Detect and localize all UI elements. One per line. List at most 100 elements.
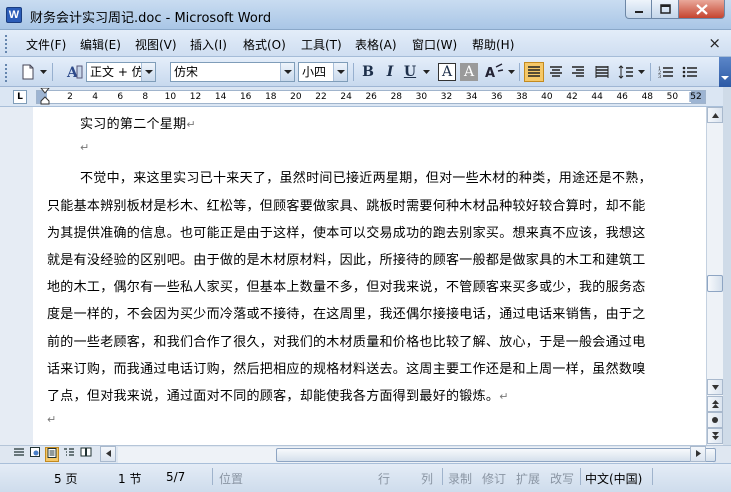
close-document-button[interactable]: ×: [708, 34, 721, 52]
numbering-button[interactable]: 123: [656, 62, 676, 82]
menu-window[interactable]: 窗口(W): [412, 36, 457, 53]
scroll-down-button[interactable]: [707, 379, 723, 395]
align-justify-icon: [528, 66, 540, 77]
styles-pane-button[interactable]: A: [64, 62, 84, 82]
document-line-text: 度是一样的，不会因为买少而冷落或不接待，在这周里，我还偶尔接接电话，通过电话来销…: [47, 307, 646, 323]
horizontal-ruler[interactable]: 2 4 6 8 10 12 14 16 18 20 22 24 26 28 30 32 34 36 38 40 42 44…: [36, 88, 706, 106]
font-dropdown-arrow[interactable]: [280, 63, 294, 81]
line-spacing-options-chevron[interactable]: [636, 62, 646, 82]
underline-options-chevron[interactable]: [421, 62, 431, 82]
highlight-options-chevron[interactable]: [506, 62, 516, 82]
arrow-down-icon: [711, 384, 719, 390]
toolbar-options-chevron[interactable]: [38, 62, 48, 82]
toolbar-grip-handle[interactable]: [4, 63, 8, 82]
menu-help[interactable]: 帮助(H): [472, 36, 514, 53]
document-line-text: 就是有没经验的区别吧。由于做的是木材原材料，因此，所接待的顾客一般都是做家具的木…: [47, 253, 646, 268]
menu-view[interactable]: 视图(V): [135, 36, 177, 53]
underline-button[interactable]: U: [400, 62, 420, 82]
scroll-up-button[interactable]: [707, 107, 723, 123]
ruler-tick-label: 36: [490, 92, 503, 102]
status-section[interactable]: 1 节: [118, 470, 141, 487]
menu-grip-handle[interactable]: [4, 34, 8, 53]
toolbar-overflow-chevron[interactable]: [719, 57, 731, 87]
word-app-icon[interactable]: W: [6, 7, 22, 23]
status-column[interactable]: 列: [421, 470, 433, 487]
align-right-button[interactable]: [568, 62, 588, 82]
status-overtype[interactable]: 改写: [550, 470, 574, 487]
menu-insert[interactable]: 插入(I): [190, 36, 227, 53]
font-size-dropdown-arrow[interactable]: [333, 63, 347, 81]
outline-view-button[interactable]: [62, 447, 76, 462]
bullets-button[interactable]: [680, 62, 700, 82]
web-layout-view-button[interactable]: [28, 447, 42, 462]
horizontal-scroll-track[interactable]: [118, 447, 716, 463]
paragraph-mark: ↵: [499, 390, 509, 403]
chevron-down-icon: [507, 69, 515, 74]
scroll-right-button[interactable]: [690, 446, 706, 462]
maximize-button[interactable]: [652, 0, 679, 19]
italic-button[interactable]: I: [380, 62, 400, 82]
document-line: 度是一样的，不会因为买少而冷落或不接待，在这周里，我还偶尔接接电话，通过电话来销…: [47, 303, 646, 322]
new-document-button[interactable]: [18, 62, 38, 82]
font-combo[interactable]: 仿宋: [170, 62, 295, 82]
close-icon: [695, 3, 708, 15]
menu-tools[interactable]: 工具(T): [301, 36, 342, 53]
previous-page-button[interactable]: [707, 396, 723, 412]
menu-file[interactable]: 文件(F): [26, 36, 66, 53]
vertical-scroll-thumb[interactable]: [707, 275, 723, 292]
minimize-button[interactable]: [625, 0, 652, 19]
tab-stop-selector[interactable]: L: [13, 90, 27, 104]
menu-table[interactable]: 表格(A): [355, 36, 397, 53]
ruler-tick-label: 24: [340, 92, 352, 102]
style-combo[interactable]: 正文 + 仿末: [86, 62, 156, 82]
reading-layout-view-button[interactable]: [79, 447, 93, 462]
vertical-scrollbar[interactable]: [706, 107, 723, 445]
highlight-button[interactable]: A: [484, 62, 504, 82]
character-shading-button[interactable]: A: [460, 63, 478, 81]
distributed-align-button[interactable]: [592, 62, 612, 82]
align-center-button[interactable]: [546, 62, 566, 82]
line-spacing-button[interactable]: [616, 62, 636, 82]
status-record-macro[interactable]: 录制: [448, 470, 472, 487]
select-browse-object-button[interactable]: [707, 412, 723, 428]
document-line: 前的一些老顾客，和我们合作了很久，对我们的木材质量和价格也比较了解、放心，于是一…: [47, 331, 646, 350]
status-extend-selection[interactable]: 扩展: [516, 470, 540, 487]
status-language[interactable]: 中文(中国): [585, 470, 642, 487]
ruler-tick-label: 40: [541, 92, 553, 102]
status-position[interactable]: 位置: [219, 470, 243, 487]
character-border-button[interactable]: A: [438, 63, 456, 81]
next-page-button[interactable]: [707, 428, 723, 444]
normal-view-button[interactable]: [12, 447, 26, 462]
menu-format[interactable]: 格式(O): [243, 36, 286, 53]
style-dropdown-arrow[interactable]: [141, 63, 155, 81]
bulleted-list-icon: [682, 66, 697, 78]
font-combo-value: 仿宋: [174, 65, 199, 79]
status-page[interactable]: 5 页: [54, 470, 77, 487]
double-up-arrow-icon: [711, 400, 719, 408]
chevron-down-icon: [422, 69, 430, 74]
print-layout-view-button[interactable]: [45, 447, 59, 462]
menu-edit[interactable]: 编辑(E): [80, 36, 121, 53]
horizontal-scroll-thumb[interactable]: [276, 448, 716, 462]
status-line[interactable]: 行: [378, 470, 390, 487]
window-title: 财务会计实习周记.doc - Microsoft Word: [30, 11, 272, 26]
toolbar-separator: [650, 63, 651, 81]
document-page[interactable]: 实习的第二个星期↵ ↵ 不觉中，来这里实习已十来天了，虽然时间已接近两星期，但对一些…: [33, 107, 706, 445]
ruler-tick-label: 28: [390, 92, 403, 102]
indent-marker-icon[interactable]: [40, 88, 50, 106]
scroll-left-button[interactable]: [100, 446, 116, 462]
ruler-tick-label: 32: [440, 92, 453, 102]
web-layout-icon: [30, 447, 40, 457]
close-window-button[interactable]: [679, 0, 725, 19]
arrow-left-icon: [105, 450, 111, 457]
status-page-of[interactable]: 5/7: [166, 470, 185, 484]
left-selection-margin[interactable]: [0, 107, 33, 445]
font-size-combo-value: 小四: [302, 65, 327, 79]
font-size-combo[interactable]: 小四: [298, 62, 348, 82]
document-line-text: 地的木工，偶尔有一些私人家买，但基本上数量不多，但对我来说，不管顾客来买多或少，…: [47, 280, 646, 296]
styles-pane-icon: A: [66, 65, 83, 81]
align-justify-button[interactable]: [524, 62, 544, 82]
document-line: ↵: [47, 412, 57, 427]
bold-button[interactable]: B: [358, 62, 378, 82]
status-track-changes[interactable]: 修订: [482, 470, 506, 487]
